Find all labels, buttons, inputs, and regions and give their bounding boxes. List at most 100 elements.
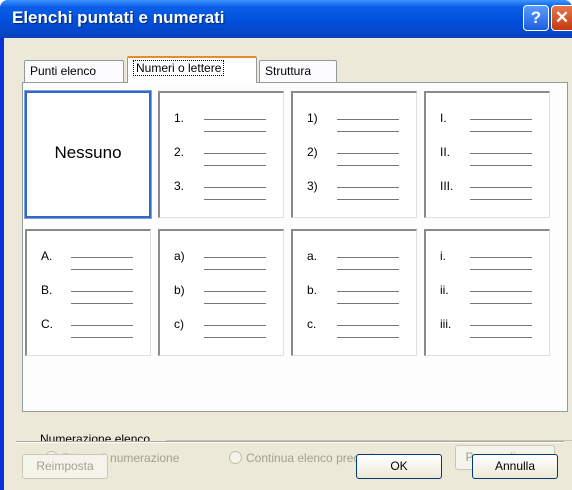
gallery-cell-none[interactable]: Nessuno bbox=[24, 90, 152, 219]
sample-row: A. bbox=[41, 249, 139, 270]
sample-line bbox=[337, 337, 399, 338]
tab-label: Punti elenco bbox=[30, 64, 97, 78]
sample-number: A. bbox=[41, 249, 53, 263]
gallery-cell-numbers-paren[interactable]: 1) 2) 3) bbox=[291, 91, 417, 218]
sample-row: c. bbox=[307, 317, 405, 338]
cancel-button[interactable]: Annulla bbox=[472, 454, 558, 479]
gallery-cell-lower-alpha-period[interactable]: a. b. c. bbox=[291, 229, 417, 356]
sample-number: c. bbox=[307, 317, 317, 331]
sample-number: a) bbox=[174, 249, 185, 263]
sample-line bbox=[204, 165, 266, 166]
sample-row: III. bbox=[440, 179, 538, 200]
sample-row: b) bbox=[174, 283, 272, 304]
close-button[interactable]: ✕ bbox=[551, 5, 572, 31]
sample-line bbox=[337, 187, 399, 188]
sample-row: i. bbox=[440, 249, 538, 270]
sample-row: B. bbox=[41, 283, 139, 304]
ok-button[interactable]: OK bbox=[356, 454, 442, 479]
sample-line bbox=[470, 119, 532, 120]
sample-row: a. bbox=[307, 249, 405, 270]
sample-line bbox=[204, 131, 266, 132]
footer-divider bbox=[16, 441, 564, 443]
sample-number: 1. bbox=[174, 111, 185, 125]
tab-bullets[interactable]: Punti elenco bbox=[24, 60, 124, 82]
sample-number: C. bbox=[41, 317, 53, 331]
sample-line bbox=[71, 269, 133, 270]
sample-row: 2) bbox=[307, 145, 405, 166]
sample-number: iii. bbox=[440, 317, 452, 331]
sample-line bbox=[71, 291, 133, 292]
sample-line bbox=[470, 131, 532, 132]
sample-row: a) bbox=[174, 249, 272, 270]
sample-line bbox=[470, 269, 532, 270]
sample-line bbox=[337, 199, 399, 200]
section-label: Numerazione elenco bbox=[40, 432, 151, 446]
gallery-cell-lower-alpha-paren[interactable]: a) b) c) bbox=[158, 229, 284, 356]
sample-number: 3) bbox=[307, 179, 318, 193]
sample-number: B. bbox=[41, 283, 53, 297]
sample-line bbox=[470, 257, 532, 258]
sample-line bbox=[337, 269, 399, 270]
sample-line bbox=[337, 291, 399, 292]
window-title: Elenchi puntati e numerati bbox=[12, 8, 225, 27]
gallery-cell-upper-alpha[interactable]: A. B. C. bbox=[25, 229, 151, 356]
tab-numbers[interactable]: Numeri o lettere bbox=[127, 56, 257, 83]
reset-button[interactable]: Reimposta bbox=[22, 454, 108, 479]
sample-line bbox=[204, 325, 266, 326]
sample-row: b. bbox=[307, 283, 405, 304]
sample-line bbox=[470, 153, 532, 154]
gallery-cell-numbers-period[interactable]: 1. 2. 3. bbox=[158, 91, 284, 218]
sample-line bbox=[470, 303, 532, 304]
dialog-window: Elenchi puntati e numerati ? ✕ Punti ele… bbox=[0, 0, 572, 490]
dialog-body: Punti elenco Numeri o lettere Struttura … bbox=[4, 38, 572, 490]
sample-line bbox=[470, 337, 532, 338]
sample-row: 1) bbox=[307, 111, 405, 132]
sample-line bbox=[470, 291, 532, 292]
sample-row: 1. bbox=[174, 111, 272, 132]
help-button[interactable]: ? bbox=[523, 5, 549, 31]
sample-row: iii. bbox=[440, 317, 538, 338]
sample-number: III. bbox=[440, 179, 454, 193]
tab-label: Numeri o lettere bbox=[133, 60, 225, 76]
sample-line bbox=[337, 119, 399, 120]
radio-dot-icon bbox=[229, 451, 242, 464]
sample-number: b) bbox=[174, 283, 185, 297]
sample-row: II. bbox=[440, 145, 538, 166]
sample-line bbox=[470, 165, 532, 166]
sample-number: 2. bbox=[174, 145, 185, 159]
sample-number: II. bbox=[440, 145, 451, 159]
sample-line bbox=[204, 119, 266, 120]
sample-line bbox=[470, 199, 532, 200]
sample-number: a. bbox=[307, 249, 318, 263]
sample-number: 3. bbox=[174, 179, 185, 193]
tab-label: Struttura bbox=[265, 64, 312, 78]
sample-row: C. bbox=[41, 317, 139, 338]
help-icon: ? bbox=[530, 8, 542, 27]
gallery-cell-upper-roman[interactable]: I. II. III. bbox=[424, 91, 550, 218]
sample-row: c) bbox=[174, 317, 272, 338]
sample-line bbox=[470, 187, 532, 188]
sample-number: I. bbox=[440, 111, 447, 125]
sample-line bbox=[337, 325, 399, 326]
none-label: Nessuno bbox=[54, 143, 122, 162]
tab-outline[interactable]: Struttura bbox=[259, 60, 337, 82]
sample-row: ii. bbox=[440, 283, 538, 304]
sample-number: ii. bbox=[440, 283, 449, 297]
gallery-cell-lower-roman[interactable]: i. ii. iii. bbox=[424, 229, 550, 356]
sample-number: 2) bbox=[307, 145, 318, 159]
title-bar[interactable]: Elenchi puntati e numerati ? ✕ bbox=[0, 0, 572, 38]
sample-line bbox=[204, 269, 266, 270]
sample-number: c) bbox=[174, 317, 184, 331]
close-icon: ✕ bbox=[554, 8, 570, 27]
sample-line bbox=[204, 187, 266, 188]
sample-line bbox=[337, 165, 399, 166]
sample-row: 3. bbox=[174, 179, 272, 200]
sample-row: I. bbox=[440, 111, 538, 132]
sample-line bbox=[204, 199, 266, 200]
sample-line bbox=[204, 337, 266, 338]
sample-line bbox=[337, 153, 399, 154]
sample-line bbox=[337, 257, 399, 258]
sample-line bbox=[204, 257, 266, 258]
sample-number: b. bbox=[307, 283, 318, 297]
sample-line bbox=[71, 337, 133, 338]
